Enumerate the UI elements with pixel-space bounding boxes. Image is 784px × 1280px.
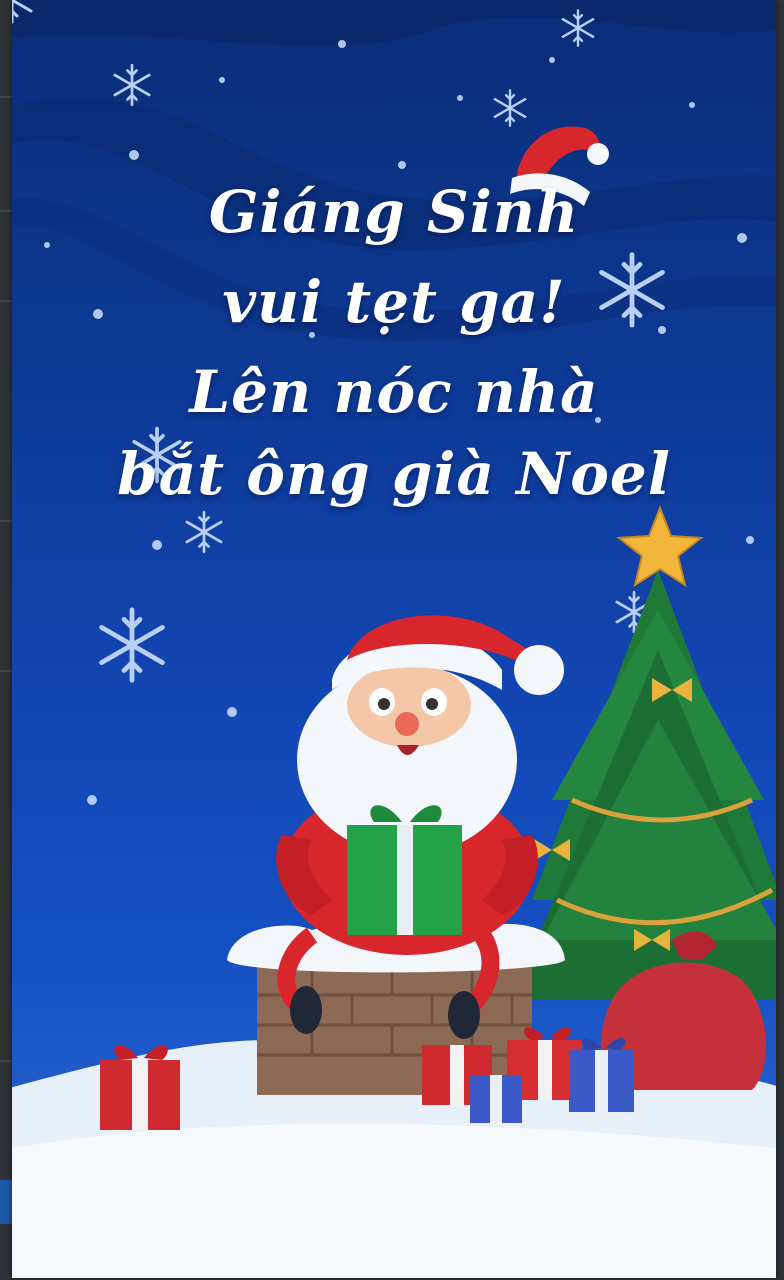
christmas-tree bbox=[512, 570, 776, 1000]
star-icon bbox=[616, 505, 704, 588]
greeting-line-2: vui tẹt ga! bbox=[222, 268, 566, 336]
divider bbox=[0, 1060, 12, 1062]
divider bbox=[0, 300, 12, 302]
divider bbox=[0, 520, 12, 522]
greeting-line-3: Lên nóc nhà bbox=[189, 358, 599, 426]
greeting-line-1: Giáng Sinh bbox=[208, 178, 580, 246]
snowflake-icon bbox=[113, 63, 151, 107]
divider bbox=[0, 670, 12, 672]
snow-ground bbox=[12, 1123, 776, 1278]
divider bbox=[0, 210, 12, 212]
gift-icon bbox=[470, 1075, 522, 1123]
christmas-greeting-card[interactable]: Giáng Sinh vui tẹt ga! Lên nóc nhà bắt ô… bbox=[12, 0, 776, 1278]
greeting-line-4: bắt ông già Noel bbox=[117, 440, 671, 508]
divider bbox=[0, 96, 12, 98]
snowflake-icon bbox=[102, 610, 163, 680]
snowflake-icon bbox=[493, 89, 527, 127]
background-button bbox=[0, 1180, 12, 1224]
snowflake-icon bbox=[185, 510, 223, 554]
sky-wisp bbox=[12, 0, 776, 47]
